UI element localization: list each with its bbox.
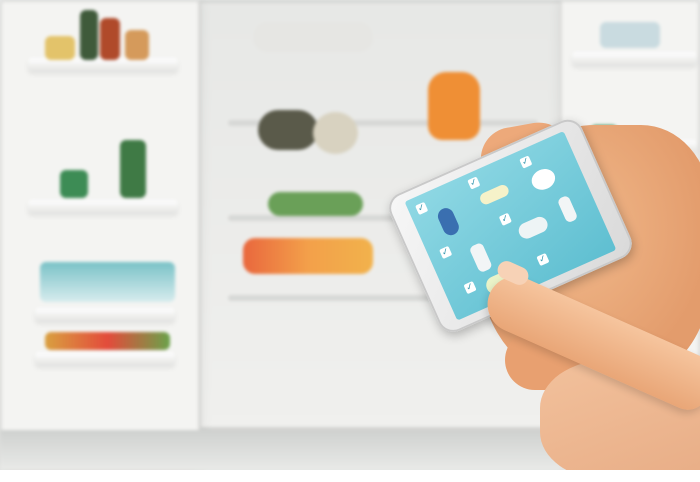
fish-icon — [435, 205, 462, 238]
bottle — [120, 140, 146, 198]
checkbox-icon: ✓ — [439, 245, 453, 260]
green-bowl — [268, 192, 363, 216]
crisper-drawer — [40, 262, 175, 302]
bottle — [100, 18, 120, 60]
jar — [45, 36, 75, 60]
fruit-tray — [243, 238, 373, 274]
checkbox-icon: ✓ — [463, 280, 477, 295]
eggplant — [258, 110, 318, 150]
bottle-icon — [556, 194, 579, 224]
fridge-bottom-drawer — [0, 430, 560, 470]
door-shelf — [35, 308, 175, 322]
door-shelf — [28, 58, 178, 72]
milk-bottle-icon — [468, 241, 493, 274]
checkbox-icon: ✓ — [467, 176, 481, 190]
top-container — [253, 22, 373, 52]
carrot-icon — [516, 214, 551, 242]
checkbox-icon: ✓ — [415, 201, 429, 216]
bottom-margin — [0, 470, 700, 482]
door-shelf — [572, 52, 697, 66]
orange-jar — [428, 72, 480, 140]
checkbox-icon: ✓ — [498, 212, 512, 226]
door-shelf — [28, 200, 178, 214]
container — [600, 22, 660, 48]
photo-scene: ✓ ✓ ✓ ✓ ✓ ✓ ✓ — [0, 0, 700, 470]
round-container — [313, 112, 358, 154]
vegetable — [60, 170, 88, 198]
door-shelf — [35, 352, 175, 366]
checkbox-icon: ✓ — [536, 252, 550, 267]
fridge-left-door — [0, 0, 200, 470]
bottle — [80, 10, 98, 60]
banana-icon — [478, 183, 511, 207]
produce — [45, 332, 170, 350]
jar — [125, 30, 149, 60]
checkbox-icon: ✓ — [519, 155, 533, 169]
eggs-icon — [528, 165, 559, 194]
